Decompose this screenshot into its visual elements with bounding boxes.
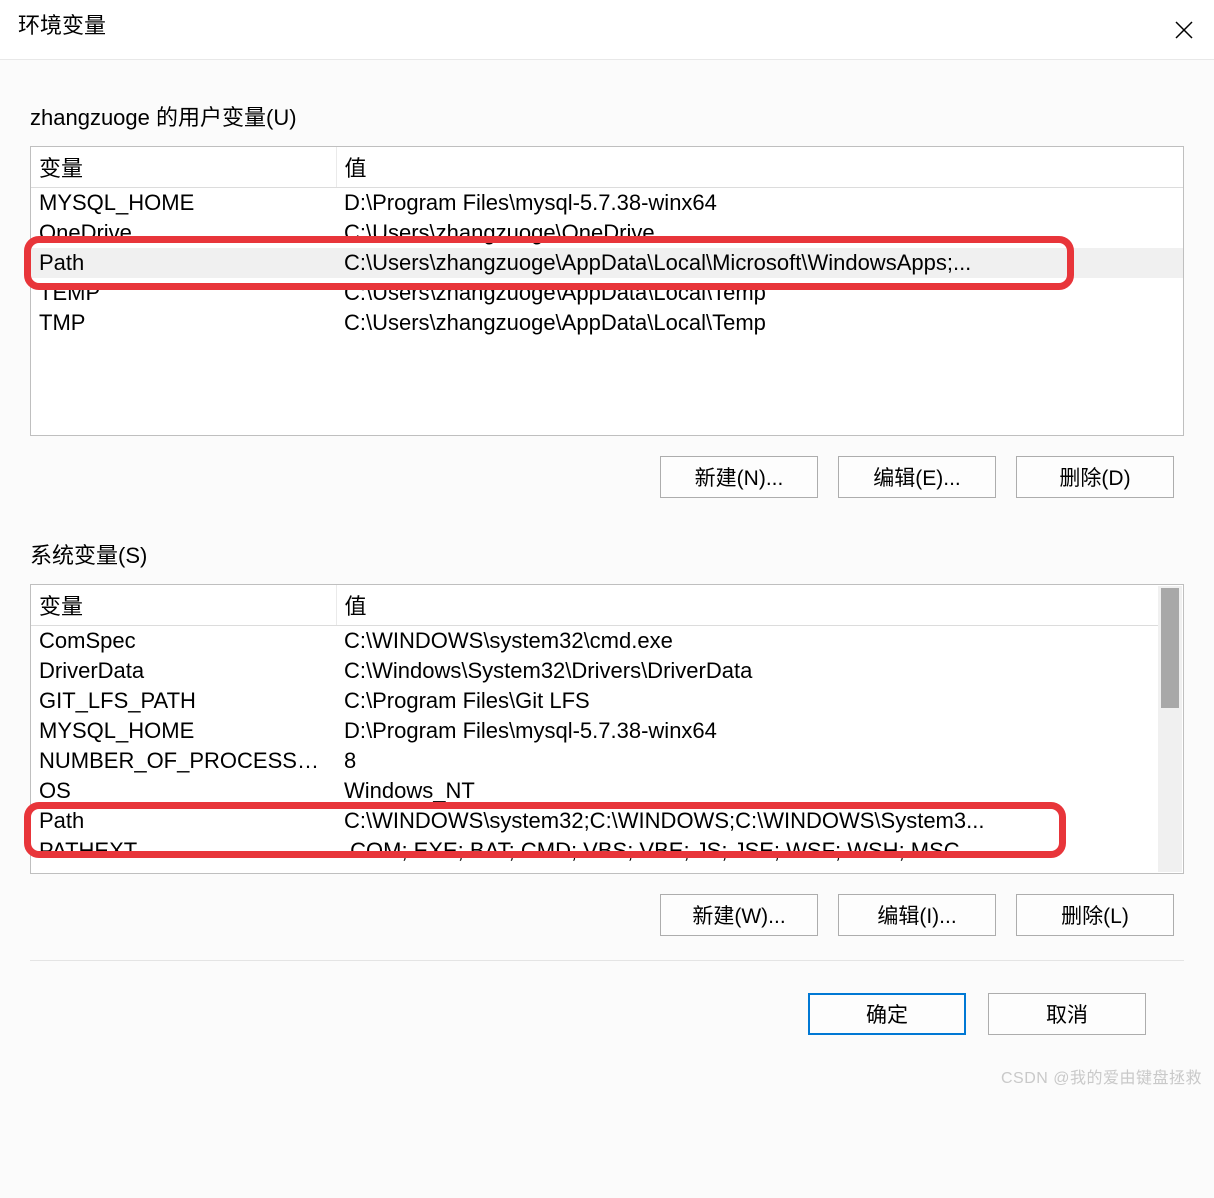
table-row[interactable]: OS Windows_NT	[31, 776, 1159, 806]
table-row[interactable]: GIT_LFS_PATH C:\Program Files\Git LFS	[31, 686, 1159, 716]
system-new-button[interactable]: 新建(W)...	[660, 894, 818, 936]
table-row[interactable]: TEMP C:\Users\zhangzuoge\AppData\Local\T…	[31, 278, 1183, 308]
close-button[interactable]	[1154, 8, 1214, 52]
ok-button[interactable]: 确定	[808, 993, 966, 1035]
system-vars-table[interactable]: 变量 值 ComSpec C:\WINDOWS\system32\cmd.exe…	[30, 584, 1184, 874]
system-col-val[interactable]: 值	[336, 585, 1159, 626]
user-vars-table[interactable]: 变量 值 MYSQL_HOME D:\Program Files\mysql-5…	[30, 146, 1184, 436]
scrollbar-thumb[interactable]	[1161, 588, 1179, 708]
user-new-button[interactable]: 新建(N)...	[660, 456, 818, 498]
table-row[interactable]: TMP C:\Users\zhangzuoge\AppData\Local\Te…	[31, 308, 1183, 338]
watermark: CSDN @我的爱由键盘拯救	[1001, 1064, 1202, 1088]
user-vars-label: zhangzuoge 的用户变量(U)	[30, 100, 1184, 132]
user-edit-button[interactable]: 编辑(E)...	[838, 456, 996, 498]
table-row[interactable]: Path C:\WINDOWS\system32;C:\WINDOWS;C:\W…	[31, 806, 1159, 836]
table-row[interactable]: MYSQL_HOME D:\Program Files\mysql-5.7.38…	[31, 188, 1183, 219]
system-edit-button[interactable]: 编辑(I)...	[838, 894, 996, 936]
user-col-val[interactable]: 值	[336, 147, 1183, 188]
cancel-button[interactable]: 取消	[988, 993, 1146, 1035]
table-row[interactable]: PATHEXT .COM;.EXE;.BAT;.CMD;.VBS;.VBE;.J…	[31, 836, 1159, 866]
table-row[interactable]: Path C:\Users\zhangzuoge\AppData\Local\M…	[31, 248, 1183, 278]
system-scrollbar[interactable]	[1158, 586, 1182, 872]
close-icon	[1175, 21, 1193, 39]
window-title: 环境变量	[18, 8, 106, 40]
table-row[interactable]: MYSQL_HOME D:\Program Files\mysql-5.7.38…	[31, 716, 1159, 746]
user-delete-button[interactable]: 删除(D)	[1016, 456, 1174, 498]
table-row[interactable]: ComSpec C:\WINDOWS\system32\cmd.exe	[31, 626, 1159, 657]
titlebar: 环境变量	[0, 0, 1214, 60]
system-vars-label: 系统变量(S)	[30, 538, 1184, 570]
user-col-var[interactable]: 变量	[31, 147, 336, 188]
system-col-var[interactable]: 变量	[31, 585, 336, 626]
table-row[interactable]: NUMBER_OF_PROCESSORS 8	[31, 746, 1159, 776]
system-delete-button[interactable]: 删除(L)	[1016, 894, 1174, 936]
table-row[interactable]: DriverData C:\Windows\System32\Drivers\D…	[31, 656, 1159, 686]
table-row[interactable]: OneDrive C:\Users\zhangzuoge\OneDrive	[31, 218, 1183, 248]
